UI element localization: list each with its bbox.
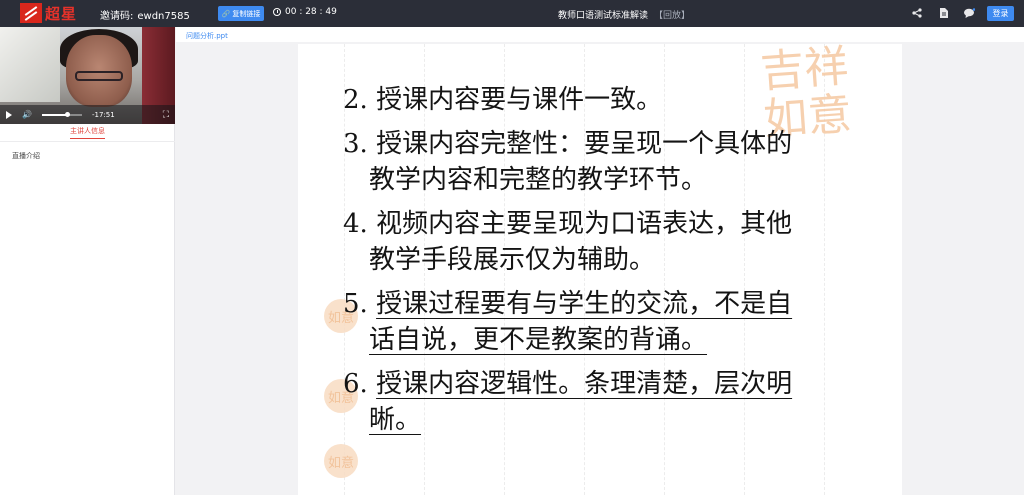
slide-item-text: 授课内容逻辑性。条理清楚，层次明 (376, 369, 793, 399)
file-bar (176, 27, 1024, 42)
play-icon[interactable] (6, 110, 12, 119)
slide-item-number: 6. (343, 369, 377, 399)
share-icon[interactable] (909, 5, 925, 21)
slide-item: 3. 授课内容完整性：要呈现一个具体的 教学内容和完整的教学环节。 (343, 126, 883, 198)
top-bar: 超星 邀请码: ewdn7585 🔗 复制链接 00 : 28 : 49 教师口语… (0, 0, 1024, 27)
tab-host-info-label: 主讲人信息 (70, 126, 105, 139)
volume-icon[interactable]: 🔊 (22, 110, 32, 119)
slide-item-text: 晰。 (369, 405, 422, 435)
slide-item-line: 教学手段展示仅为辅助。 (343, 242, 883, 278)
slide-item-text: 话自说，更不是教案的背诵。 (369, 325, 708, 355)
slide-item-line: 3. 授课内容完整性：要呈现一个具体的 (343, 126, 883, 162)
slide-item: 5. 授课过程要有与学生的交流，不是自 话自说，更不是教案的背诵。 (343, 286, 883, 358)
course-title: 教师口语测试标准解读 (558, 11, 649, 21)
video-time-remaining: -17:51 (91, 110, 115, 119)
invite-code-value: ewdn7585 (137, 11, 190, 22)
file-name-link[interactable]: 问题分析.ppt (186, 31, 228, 41)
invite-label: 邀请码: (100, 11, 134, 22)
page-title: 教师口语测试标准解读 【回放】 (558, 8, 690, 21)
slide-item-text: 授课内容完整性：要呈现一个具体的 (376, 129, 793, 159)
slide-item: 4. 视频内容主要呈现为口语表达，其他 教学手段展示仅为辅助。 (343, 206, 883, 278)
chat-icon[interactable] (961, 5, 977, 21)
slide-item-text: 授课内容要与课件一致。 (376, 85, 663, 115)
replay-badge: 【回放】 (654, 11, 691, 21)
clock-icon (273, 8, 281, 16)
slide-item: 2. 授课内容要与课件一致。 (343, 82, 883, 118)
slide-item-line: 2. 授课内容要与课件一致。 (343, 82, 883, 118)
slide-item-text: 教学手段展示仅为辅助。 (369, 245, 656, 275)
slide-item-line: 晰。 (343, 402, 883, 438)
slide-item-line: 教学内容和完整的教学环节。 (343, 162, 883, 198)
invite-code: 邀请码: ewdn7585 (100, 7, 190, 22)
slide-item-line: 5. 授课过程要有与学生的交流，不是自 (343, 286, 883, 322)
timer-value: 00 : 28 : 49 (285, 7, 337, 17)
slide-item-number: 3. (343, 129, 377, 159)
slide-item-number: 5. (343, 289, 377, 319)
logo-text: 超星 (45, 4, 78, 23)
presenter-video[interactable]: 🔊 -17:51 ⛶ (0, 27, 175, 124)
logo-icon (20, 3, 42, 23)
video-progress-fill (41, 113, 67, 116)
slide-item-line: 6. 授课内容逻辑性。条理清楚，层次明 (343, 366, 883, 402)
right-margin (902, 44, 1024, 495)
slide-item-text: 授课过程要有与学生的交流，不是自 (376, 289, 793, 319)
slide-item-number: 4. (343, 209, 377, 239)
slide-item-number: 2. (343, 85, 377, 115)
tab-host-info[interactable]: 主讲人信息 (0, 124, 175, 142)
fullscreen-icon[interactable]: ⛶ (163, 110, 169, 120)
toolbar-actions: 登录 (909, 5, 1014, 21)
live-timer: 00 : 28 : 49 (273, 7, 337, 17)
slide-item-line: 4. 视频内容主要呈现为口语表达，其他 (343, 206, 883, 242)
slide-content: 2. 授课内容要与课件一致。 3. 授课内容完整性：要呈现一个具体的 教学内容和完整… (343, 82, 883, 446)
video-progress-knob[interactable] (64, 111, 70, 117)
slide-item-line: 话自说，更不是教案的背诵。 (343, 322, 883, 358)
copy-link-label: 复制链接 (232, 9, 261, 18)
presenter-glasses (75, 71, 123, 81)
video-controls: 🔊 -17:51 ⛶ (0, 105, 175, 124)
copy-link-button[interactable]: 🔗 复制链接 (218, 6, 264, 21)
link-icon: 🔗 (221, 9, 231, 18)
decorative-stamp: 如意 (324, 444, 358, 478)
slide-item-text: 视频内容主要呈现为口语表达，其他 (376, 209, 793, 239)
live-intro-label: 直播介绍 (12, 152, 40, 160)
presentation-slide: 吉祥 如意 如意 如意 如意 2. 授课内容要与课件一致。 3. 授课内容完整性：要… (298, 44, 902, 495)
video-progress-bar[interactable] (41, 111, 82, 117)
left-panel: 🔊 -17:51 ⛶ 主讲人信息 直播介绍 (0, 27, 175, 495)
video-background-window (0, 27, 60, 102)
app-logo[interactable]: 超星 (20, 2, 77, 24)
document-icon[interactable] (935, 5, 951, 21)
login-button[interactable]: 登录 (987, 5, 1014, 21)
slide-item: 6. 授课内容逻辑性。条理清楚，层次明 晰。 (343, 366, 883, 438)
slide-item-text: 教学内容和完整的教学环节。 (369, 165, 708, 195)
